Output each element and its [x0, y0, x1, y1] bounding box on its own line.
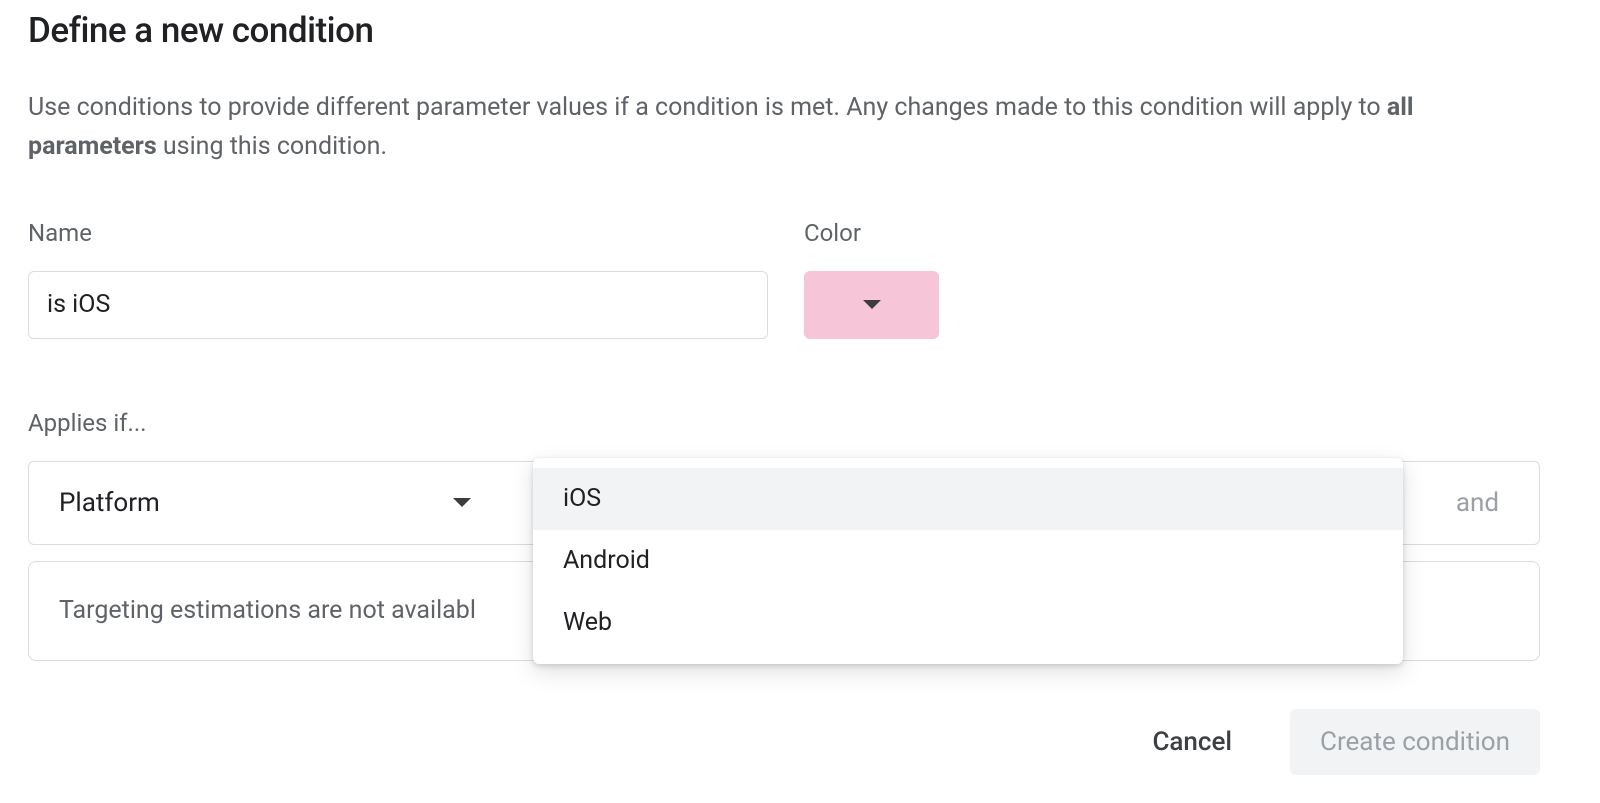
- applies-if-label: Applies if...: [28, 409, 1572, 437]
- cancel-button[interactable]: Cancel: [1134, 715, 1250, 769]
- color-label: Color: [804, 219, 939, 247]
- condition-row: Platform and iOS Android Web: [28, 461, 1540, 545]
- platform-select-value: Platform: [59, 488, 160, 518]
- page-title: Define a new condition: [28, 10, 1572, 51]
- name-label: Name: [28, 219, 768, 247]
- dropdown-option-web[interactable]: Web: [533, 592, 1403, 654]
- dropdown-option-android[interactable]: Android: [533, 530, 1403, 592]
- name-group: Name: [28, 219, 768, 339]
- platform-select[interactable]: Platform: [29, 462, 499, 544]
- color-group: Color: [804, 219, 939, 339]
- caret-down-icon: [863, 300, 881, 309]
- name-input[interactable]: [28, 271, 768, 339]
- caret-down-icon: [453, 498, 471, 507]
- dropdown-option-ios[interactable]: iOS: [533, 468, 1403, 530]
- platform-dropdown-menu: iOS Android Web: [533, 458, 1403, 664]
- dialog-actions: Cancel Create condition: [28, 709, 1540, 775]
- description-suffix: using this condition.: [157, 132, 387, 161]
- targeting-estimations-text: Targeting estimations are not availabl: [59, 596, 476, 625]
- create-condition-button[interactable]: Create condition: [1290, 709, 1540, 775]
- and-operator: and: [1456, 488, 1499, 518]
- color-picker[interactable]: [804, 271, 939, 339]
- form-row: Name Color: [28, 219, 1572, 339]
- description-prefix: Use conditions to provide different para…: [28, 93, 1387, 122]
- description-text: Use conditions to provide different para…: [28, 89, 1468, 167]
